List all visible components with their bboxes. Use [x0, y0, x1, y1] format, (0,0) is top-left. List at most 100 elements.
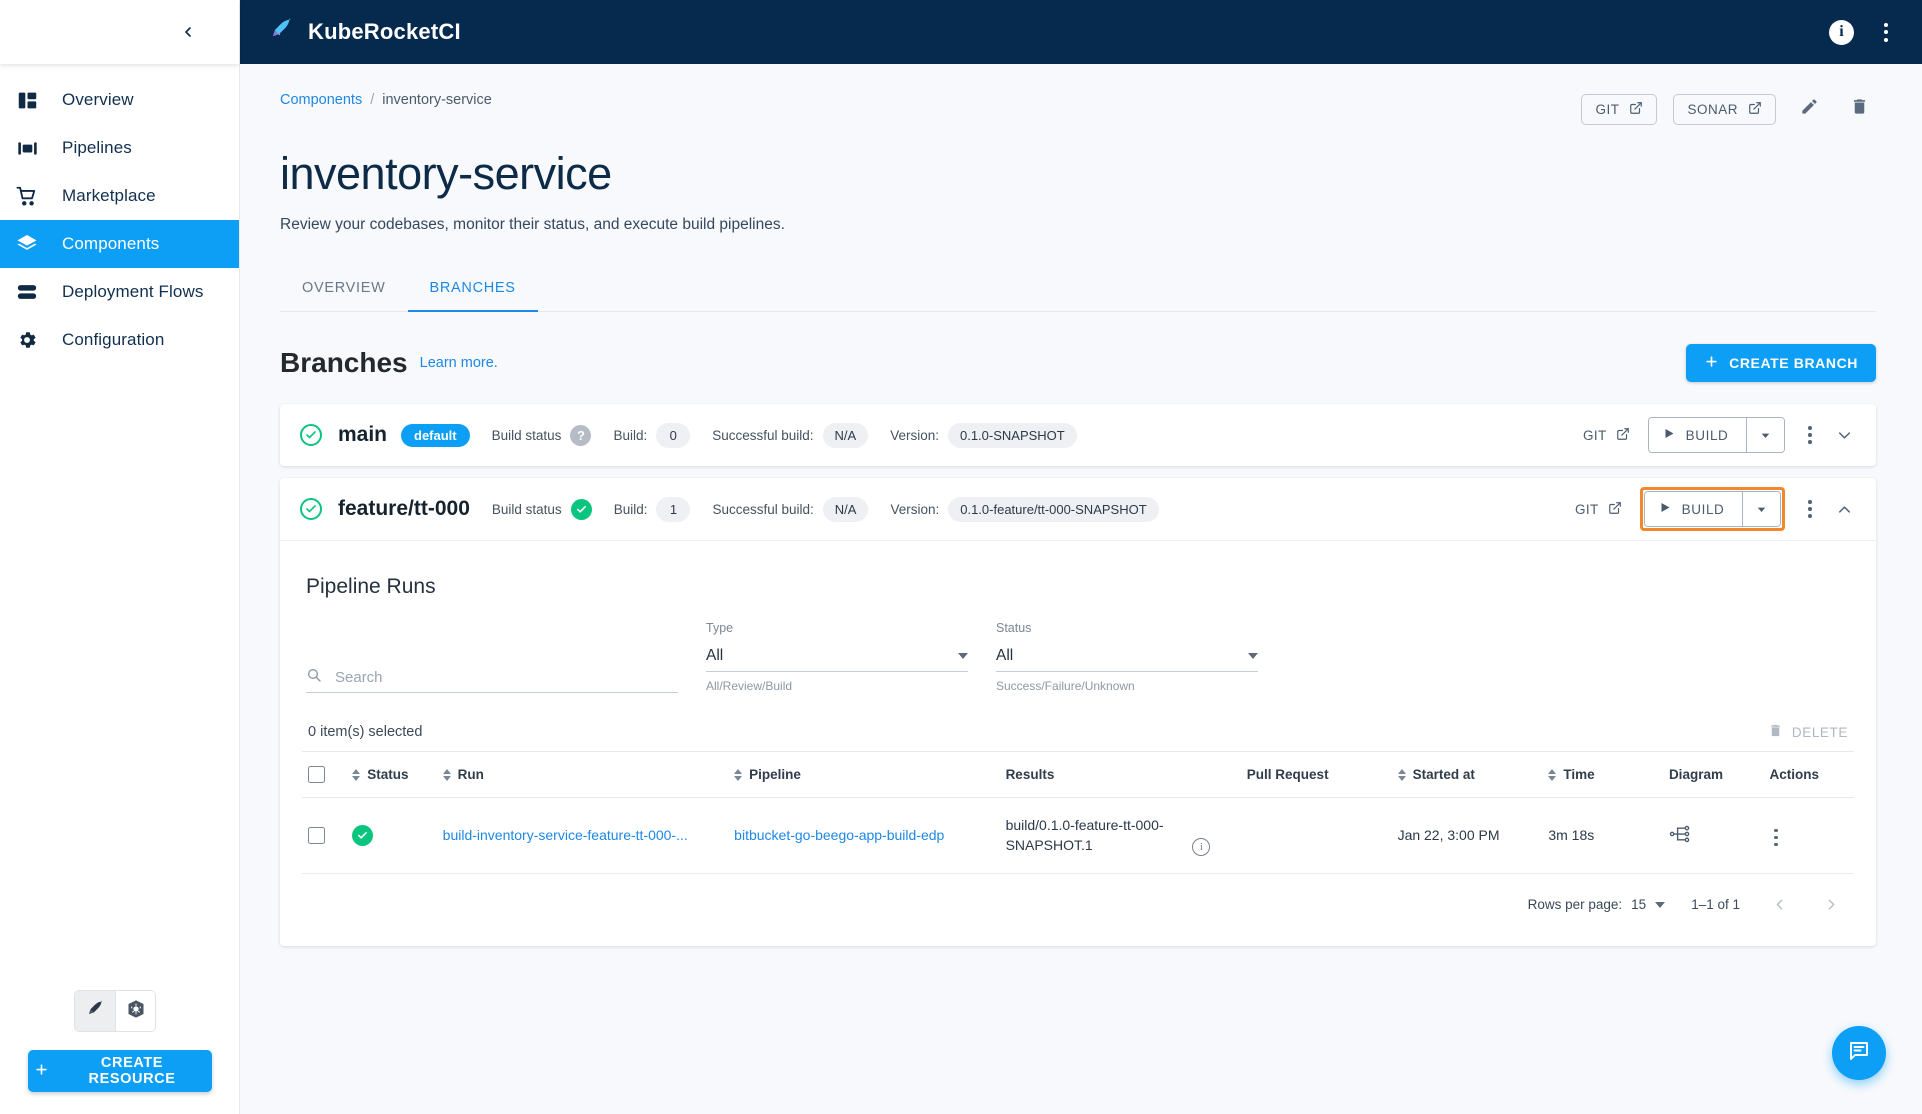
check-circle-outline-icon: [300, 498, 322, 520]
edit-button[interactable]: [1792, 92, 1826, 126]
sidebar-item-label: Components: [62, 234, 160, 253]
sort-icon: [442, 769, 451, 782]
build-button[interactable]: BUILD: [1648, 418, 1747, 452]
sonar-button[interactable]: SONAR: [1673, 93, 1776, 125]
topbar-kebab-icon[interactable]: [1880, 19, 1892, 46]
branch-card-main: main default Build status ? Build: 0 Suc…: [280, 404, 1876, 466]
sidebar-item-deployment-flows[interactable]: Deployment Flows: [0, 268, 239, 316]
chat-fab-button[interactable]: [1832, 1026, 1886, 1080]
row-kebab-icon[interactable]: [1769, 824, 1783, 852]
pipeline-link[interactable]: bitbucket-go-beego-app-build-edp: [734, 827, 944, 843]
plus-icon: [34, 1062, 49, 1081]
cell-results: build/0.1.0-feature-tt-000-SNAPSHOT.1 i: [999, 797, 1241, 874]
trash-icon: [1768, 723, 1783, 741]
play-icon: [1659, 501, 1671, 517]
sidebar-item-configuration[interactable]: Configuration: [0, 316, 239, 364]
build-button[interactable]: BUILD: [1644, 492, 1743, 526]
sidebar-item-marketplace[interactable]: Marketplace: [0, 172, 239, 220]
rocket-pen-icon: [268, 17, 294, 48]
th-time[interactable]: Time: [1542, 751, 1663, 798]
branch-row[interactable]: feature/tt-000 Build status Build: 1 Suc…: [280, 478, 1876, 540]
rows-per-page[interactable]: Rows per page: 15: [1528, 897, 1666, 912]
version-meta: Version: 0.1.0-SNAPSHOT: [890, 422, 1077, 448]
sidebar-item-label: Overview: [62, 90, 134, 109]
tabs: OVERVIEW BRANCHES: [280, 268, 1876, 312]
results-info-icon[interactable]: i: [1192, 837, 1211, 856]
th-started-at[interactable]: Started at: [1391, 751, 1543, 798]
branch-row[interactable]: main default Build status ? Build: 0 Suc…: [280, 404, 1876, 466]
collapse-sidebar-button[interactable]: [175, 19, 201, 45]
next-page-button[interactable]: [1818, 892, 1844, 918]
brand-title: KubeRocketCI: [308, 19, 461, 44]
sidebar-item-overview[interactable]: Overview: [0, 76, 239, 124]
sort-icon: [734, 769, 743, 782]
build-dropdown-button[interactable]: [1746, 418, 1785, 452]
build-dropdown-button[interactable]: [1742, 492, 1781, 526]
breadcrumb-row: Components / inventory-service GIT SONAR: [280, 92, 1876, 126]
table-head: Status Run Pipeline Results Pull Request…: [302, 751, 1854, 798]
breadcrumb-separator: /: [370, 92, 375, 108]
branches-title: Branches: [280, 347, 408, 378]
topbar: KubeRocketCI i: [240, 0, 1922, 64]
create-branch-label: CREATE BRANCH: [1729, 355, 1858, 371]
pipeline-runs-table: Status Run Pipeline Results Pull Request…: [302, 751, 1854, 874]
app-root: Overview Pipelines Marketplace Component…: [0, 0, 1922, 1114]
status-unknown-icon: ?: [570, 424, 592, 446]
kuberocket-mode-button[interactable]: [75, 991, 115, 1031]
th-status[interactable]: Status: [346, 751, 437, 798]
sidebar-item-pipelines[interactable]: Pipelines: [0, 124, 239, 172]
trash-icon: [1850, 97, 1869, 121]
tab-branches[interactable]: BRANCHES: [407, 268, 538, 312]
layers-icon: [14, 231, 40, 257]
th-pipeline[interactable]: Pipeline: [728, 751, 1000, 798]
branch-card-feature-tt-000: feature/tt-000 Build status Build: 1 Suc…: [280, 478, 1876, 946]
delete-button[interactable]: [1842, 92, 1876, 126]
build-status-meta: Build status: [492, 498, 592, 520]
brand[interactable]: KubeRocketCI: [268, 17, 461, 48]
rocket-pen-icon: [85, 999, 105, 1024]
status-filter-control[interactable]: All: [996, 641, 1258, 672]
branch-expand-chevron-down-icon[interactable]: [1835, 426, 1854, 445]
pipeline-runs-title: Pipeline Runs: [306, 575, 436, 598]
successful-build-value: N/A: [822, 422, 869, 448]
table-body: build-inventory-service-feature-tt-000-.…: [302, 797, 1854, 874]
tab-overview[interactable]: OVERVIEW: [280, 268, 408, 312]
select-all-checkbox[interactable]: [308, 766, 325, 783]
type-filter-control[interactable]: All: [706, 641, 968, 672]
build-split-button: BUILD: [1643, 491, 1782, 527]
branch-collapse-chevron-up-icon[interactable]: [1835, 500, 1854, 519]
search-input[interactable]: [333, 667, 663, 687]
info-icon[interactable]: i: [1829, 19, 1854, 45]
flows-icon: [14, 279, 40, 305]
create-resource-button[interactable]: CREATE RESOURCE: [28, 1050, 212, 1092]
type-filter-label: Type: [706, 621, 734, 635]
play-icon: [1663, 427, 1675, 443]
branch-kebab-icon[interactable]: [1803, 421, 1817, 449]
previous-page-button[interactable]: [1766, 892, 1792, 918]
table-header-row: Status Run Pipeline Results Pull Request…: [302, 751, 1854, 798]
rows-per-page-label: Rows per page:: [1527, 897, 1623, 913]
th-run[interactable]: Run: [436, 751, 729, 798]
pencil-icon: [1800, 97, 1819, 121]
status-success-icon: [352, 824, 374, 846]
sidebar-header: [0, 0, 239, 64]
branch-kebab-icon[interactable]: [1803, 495, 1817, 523]
learn-more-link[interactable]: Learn more.: [420, 355, 498, 371]
run-link[interactable]: build-inventory-service-feature-tt-000-.…: [443, 827, 688, 843]
breadcrumb-parent-link[interactable]: Components: [280, 92, 362, 108]
row-checkbox[interactable]: [308, 826, 325, 844]
create-branch-button[interactable]: CREATE BRANCH: [1686, 344, 1876, 382]
th-started-at-label: Started at: [1412, 767, 1475, 782]
git-button[interactable]: GIT: [1581, 93, 1658, 125]
diagram-icon[interactable]: [1669, 825, 1691, 848]
search-field: [306, 662, 678, 693]
type-filter-help: All/Review/Build: [706, 679, 793, 693]
kubernetes-mode-button[interactable]: [115, 991, 155, 1031]
delete-selected-button[interactable]: DELETE: [1768, 723, 1848, 741]
chat-icon: [1847, 1039, 1871, 1068]
branch-git-link[interactable]: GIT: [1583, 427, 1630, 444]
branches-list: main default Build status ? Build: 0 Suc…: [280, 404, 1876, 946]
branch-git-link[interactable]: GIT: [1575, 501, 1622, 518]
sidebar-item-label: Pipelines: [62, 138, 132, 157]
sidebar-item-components[interactable]: Components: [0, 220, 239, 268]
